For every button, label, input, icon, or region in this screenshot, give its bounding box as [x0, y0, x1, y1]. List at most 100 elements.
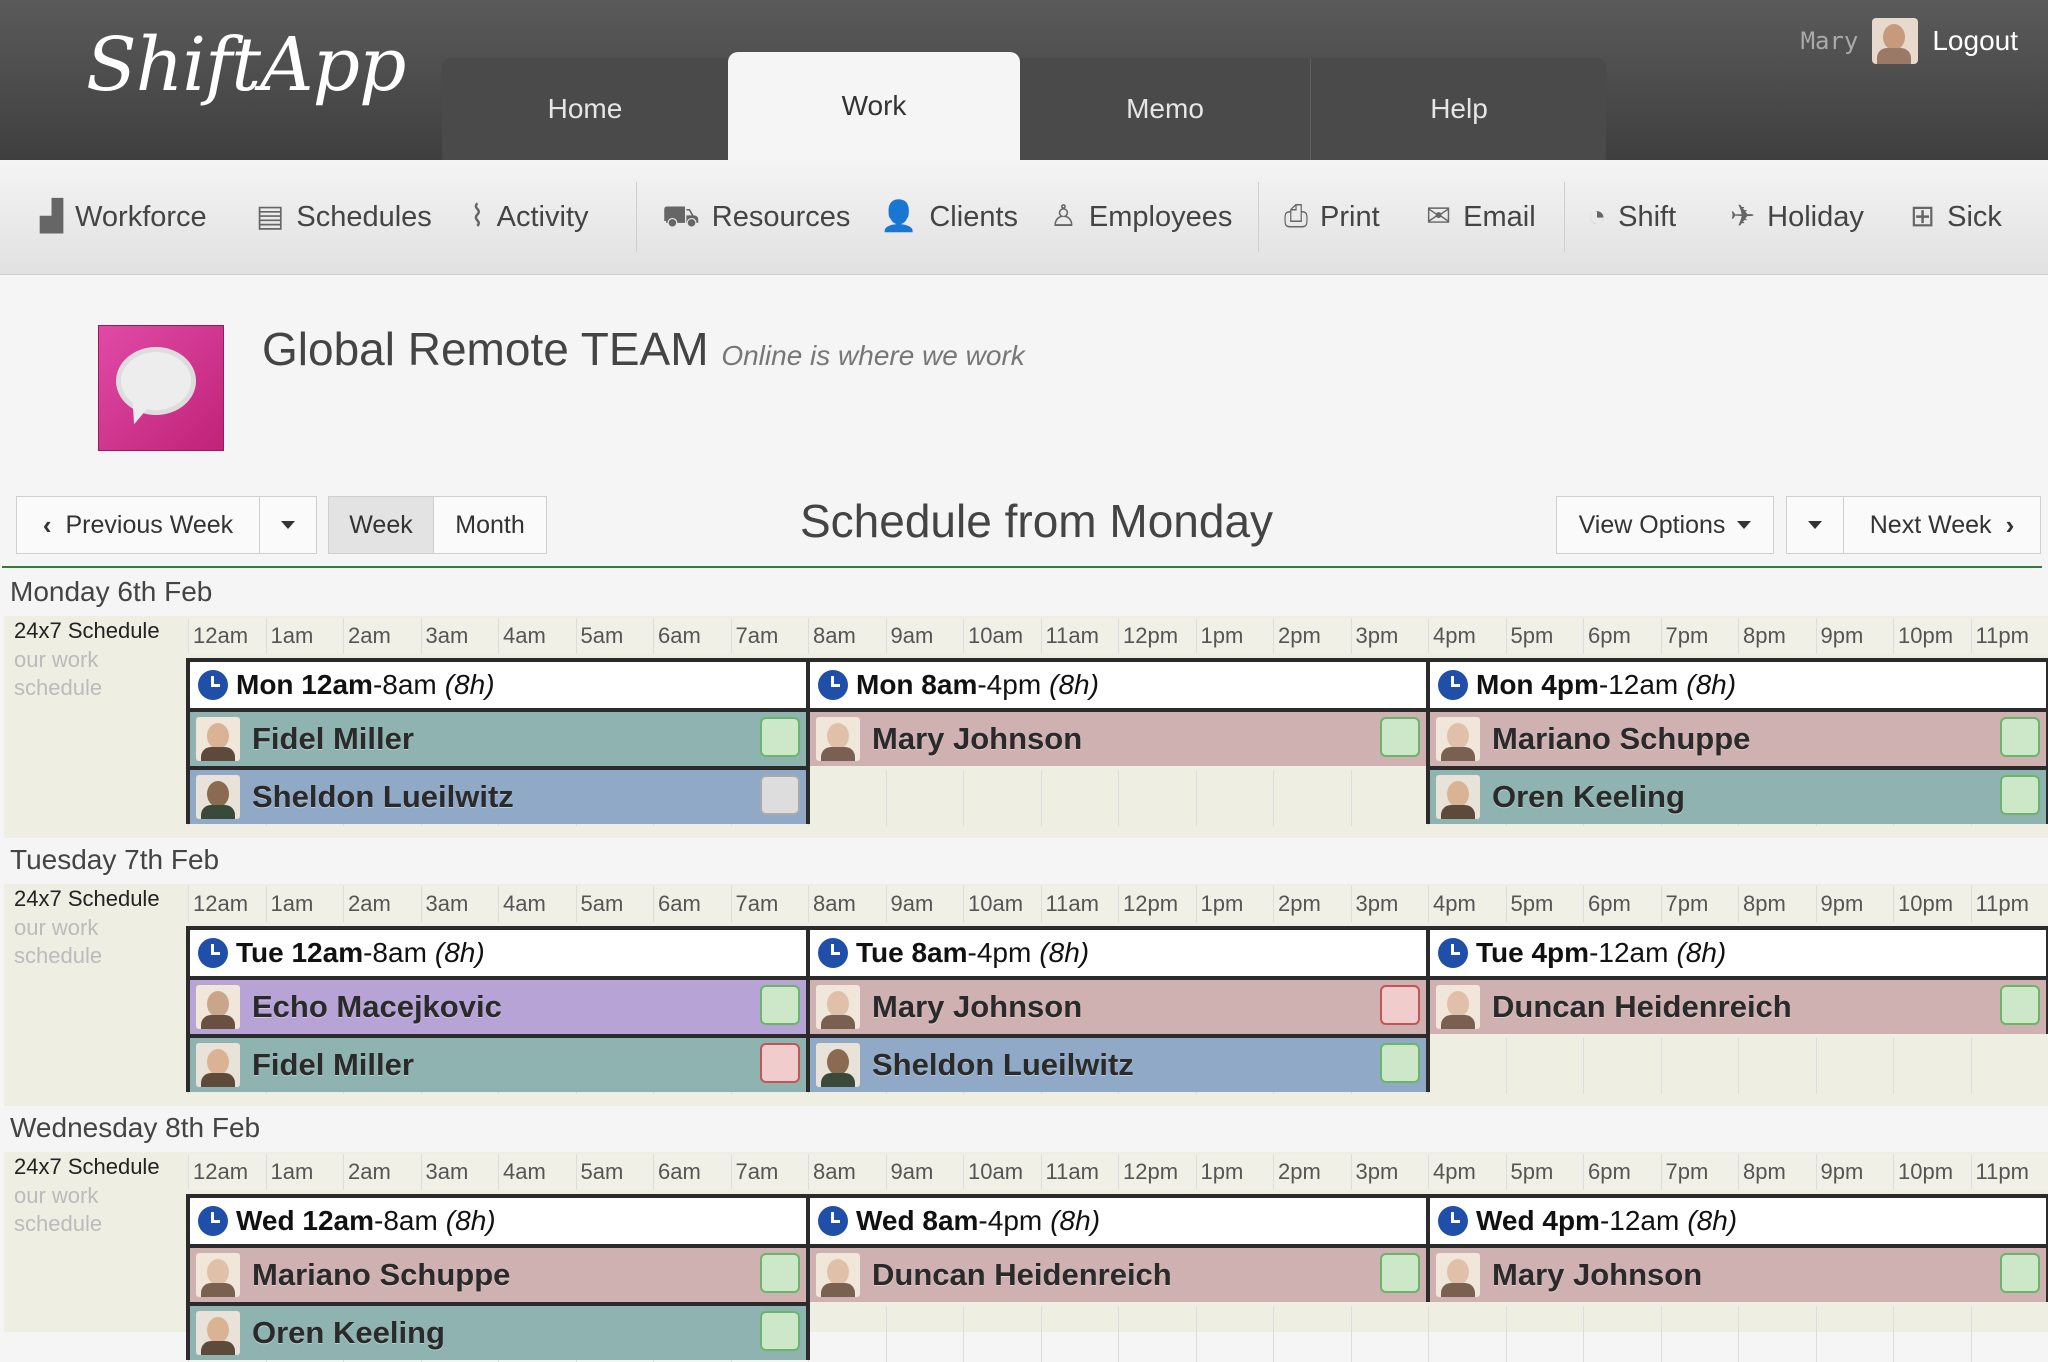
confirm-checkbox[interactable]	[2000, 1253, 2040, 1293]
hour-label: 6pm	[1583, 1154, 1661, 1190]
employee-row[interactable]: Duncan Heidenreich	[810, 1244, 1426, 1302]
logout-link[interactable]: Logout	[1932, 25, 2018, 57]
shift-card[interactable]: Tue 4pm-12am(8h)Duncan Heidenreich	[1426, 926, 2048, 1034]
toolbar-sick[interactable]: ⊞Sick	[1910, 160, 2002, 274]
app-logo[interactable]: ShiftApp	[86, 22, 405, 108]
confirm-checkbox[interactable]	[1380, 1043, 1420, 1083]
tab-memo[interactable]: Memo	[1020, 58, 1310, 160]
shift-card[interactable]: Mon 12am-8am(8h)Fidel MillerSheldon Luei…	[186, 658, 810, 824]
grid-cell	[1428, 1306, 1506, 1362]
next-week-button[interactable]: Next Week ›	[1843, 496, 2041, 554]
employee-row[interactable]: Mary Johnson	[810, 976, 1426, 1034]
hour-label: 10pm	[1893, 618, 1971, 654]
hour-label: 2am	[343, 886, 421, 922]
employee-row[interactable]: Mariano Schuppe	[190, 1244, 806, 1302]
toolbar-employees[interactable]: ♙Employees	[1050, 160, 1232, 274]
schedule-title: Schedule from Monday	[800, 494, 1273, 548]
view-options-button[interactable]: View Options	[1556, 496, 1774, 554]
shift-card[interactable]: Mon 8am-4pm(8h)Mary Johnson	[806, 658, 1430, 766]
employee-name: Echo Macejkovic	[252, 989, 502, 1025]
employee-row[interactable]: Fidel Miller	[190, 708, 806, 766]
confirm-checkbox[interactable]	[2000, 985, 2040, 1025]
hour-label: 1pm	[1196, 618, 1274, 654]
next-week-dropdown[interactable]	[1786, 496, 1844, 554]
employee-row[interactable]: Mary Johnson	[1430, 1244, 2046, 1302]
grid-cell	[963, 770, 1041, 826]
avatar-head	[1447, 781, 1469, 807]
toolbar-workforce[interactable]: ▟Workforce	[40, 160, 207, 274]
hour-label: 3pm	[1351, 618, 1429, 654]
employee-avatar	[196, 985, 240, 1029]
tab-home[interactable]: Home	[442, 58, 728, 160]
hour-label: 5pm	[1506, 618, 1584, 654]
tab-help[interactable]: Help	[1310, 58, 1607, 160]
shift-duration: (8h)	[1049, 669, 1099, 701]
shift-end: -8am	[373, 669, 437, 701]
hour-label: 11pm	[1971, 1154, 2048, 1190]
confirm-checkbox[interactable]	[760, 1043, 800, 1083]
week-view-button[interactable]: Week	[328, 496, 434, 554]
toolbar-email[interactable]: ✉Email	[1426, 160, 1536, 274]
employee-avatar	[196, 775, 240, 819]
plane-icon: ✈	[1730, 202, 1755, 232]
confirm-checkbox[interactable]	[760, 1253, 800, 1293]
hour-label: 1am	[266, 886, 344, 922]
toolbar-shift[interactable]: ◔Shift	[1588, 160, 1676, 274]
toolbar-schedules[interactable]: ▤Schedules	[256, 160, 432, 274]
confirm-checkbox[interactable]	[2000, 717, 2040, 757]
confirm-checkbox[interactable]	[1380, 985, 1420, 1025]
shift-card[interactable]: Tue 8am-4pm(8h)Mary JohnsonSheldon Lueil…	[806, 926, 1430, 1092]
user-avatar[interactable]	[1872, 18, 1918, 64]
hour-label: 4am	[498, 618, 576, 654]
confirm-checkbox[interactable]	[760, 985, 800, 1025]
secondary-toolbar: ▟Workforce ▤Schedules ⌇Activity ⛟Resourc…	[0, 160, 2048, 275]
confirm-checkbox[interactable]	[1380, 1253, 1420, 1293]
hour-label: 5am	[576, 1154, 654, 1190]
employee-avatar	[196, 717, 240, 761]
shift-card[interactable]: Tue 12am-8am(8h)Echo MacejkovicFidel Mil…	[186, 926, 810, 1092]
confirm-checkbox[interactable]	[760, 1311, 800, 1351]
shift-duration: (8h)	[1686, 669, 1736, 701]
employee-row[interactable]: Duncan Heidenreich	[1430, 976, 2046, 1034]
toolbar-resources[interactable]: ⛟Resources	[662, 160, 850, 274]
shift-card[interactable]: Wed 12am-8am(8h)Mariano SchuppeOren Keel…	[186, 1194, 810, 1360]
toolbar-print[interactable]: ⎙Print	[1284, 160, 1380, 274]
employee-name: Mary Johnson	[872, 721, 1082, 757]
clock-icon	[1438, 1206, 1468, 1236]
shift-card[interactable]: Mon 4pm-12am(8h)Mariano SchuppeOren Keel…	[1426, 658, 2048, 824]
previous-week-dropdown[interactable]	[259, 496, 317, 554]
confirm-checkbox[interactable]	[2000, 775, 2040, 815]
previous-week-button[interactable]: ‹ Previous Week	[16, 496, 260, 554]
hour-label: 7pm	[1661, 886, 1739, 922]
hour-label: 5pm	[1506, 886, 1584, 922]
employee-row[interactable]: Echo Macejkovic	[190, 976, 806, 1034]
employee-row[interactable]: Sheldon Lueilwitz	[190, 766, 806, 824]
employee-row[interactable]: Mariano Schuppe	[1430, 708, 2046, 766]
confirm-checkbox[interactable]	[760, 717, 800, 757]
avatar-body	[201, 1341, 235, 1355]
chevron-left-icon: ‹	[43, 510, 52, 541]
tab-work[interactable]: Work	[728, 52, 1020, 160]
schedule-sublabel: our work schedule	[14, 1182, 144, 1238]
employee-row[interactable]: Mary Johnson	[810, 708, 1426, 766]
confirm-checkbox[interactable]	[760, 775, 800, 815]
toolbar-activity[interactable]: ⌇Activity	[470, 160, 589, 274]
confirm-checkbox[interactable]	[1380, 717, 1420, 757]
employee-row[interactable]: Oren Keeling	[1430, 766, 2046, 824]
toolbar-holiday[interactable]: ✈Holiday	[1730, 160, 1864, 274]
employee-name: Fidel Miller	[252, 1047, 414, 1083]
avatar-head	[207, 723, 229, 749]
month-view-button[interactable]: Month	[433, 496, 547, 554]
employee-row[interactable]: Oren Keeling	[190, 1302, 806, 1360]
toolbar-label: Clients	[929, 201, 1018, 234]
shift-card[interactable]: Wed 4pm-12am(8h)Mary Johnson	[1426, 1194, 2048, 1302]
employee-row[interactable]: Sheldon Lueilwitz	[810, 1034, 1426, 1092]
toolbar-divider	[1564, 182, 1565, 252]
shift-card[interactable]: Wed 8am-4pm(8h)Duncan Heidenreich	[806, 1194, 1430, 1302]
hour-label: 4am	[498, 1154, 576, 1190]
employee-row[interactable]: Fidel Miller	[190, 1034, 806, 1092]
hour-label: 9pm	[1816, 886, 1894, 922]
toolbar-clients[interactable]: 👤Clients	[880, 160, 1018, 274]
hour-label: 10pm	[1893, 886, 1971, 922]
hour-label: 11am	[1041, 886, 1119, 922]
